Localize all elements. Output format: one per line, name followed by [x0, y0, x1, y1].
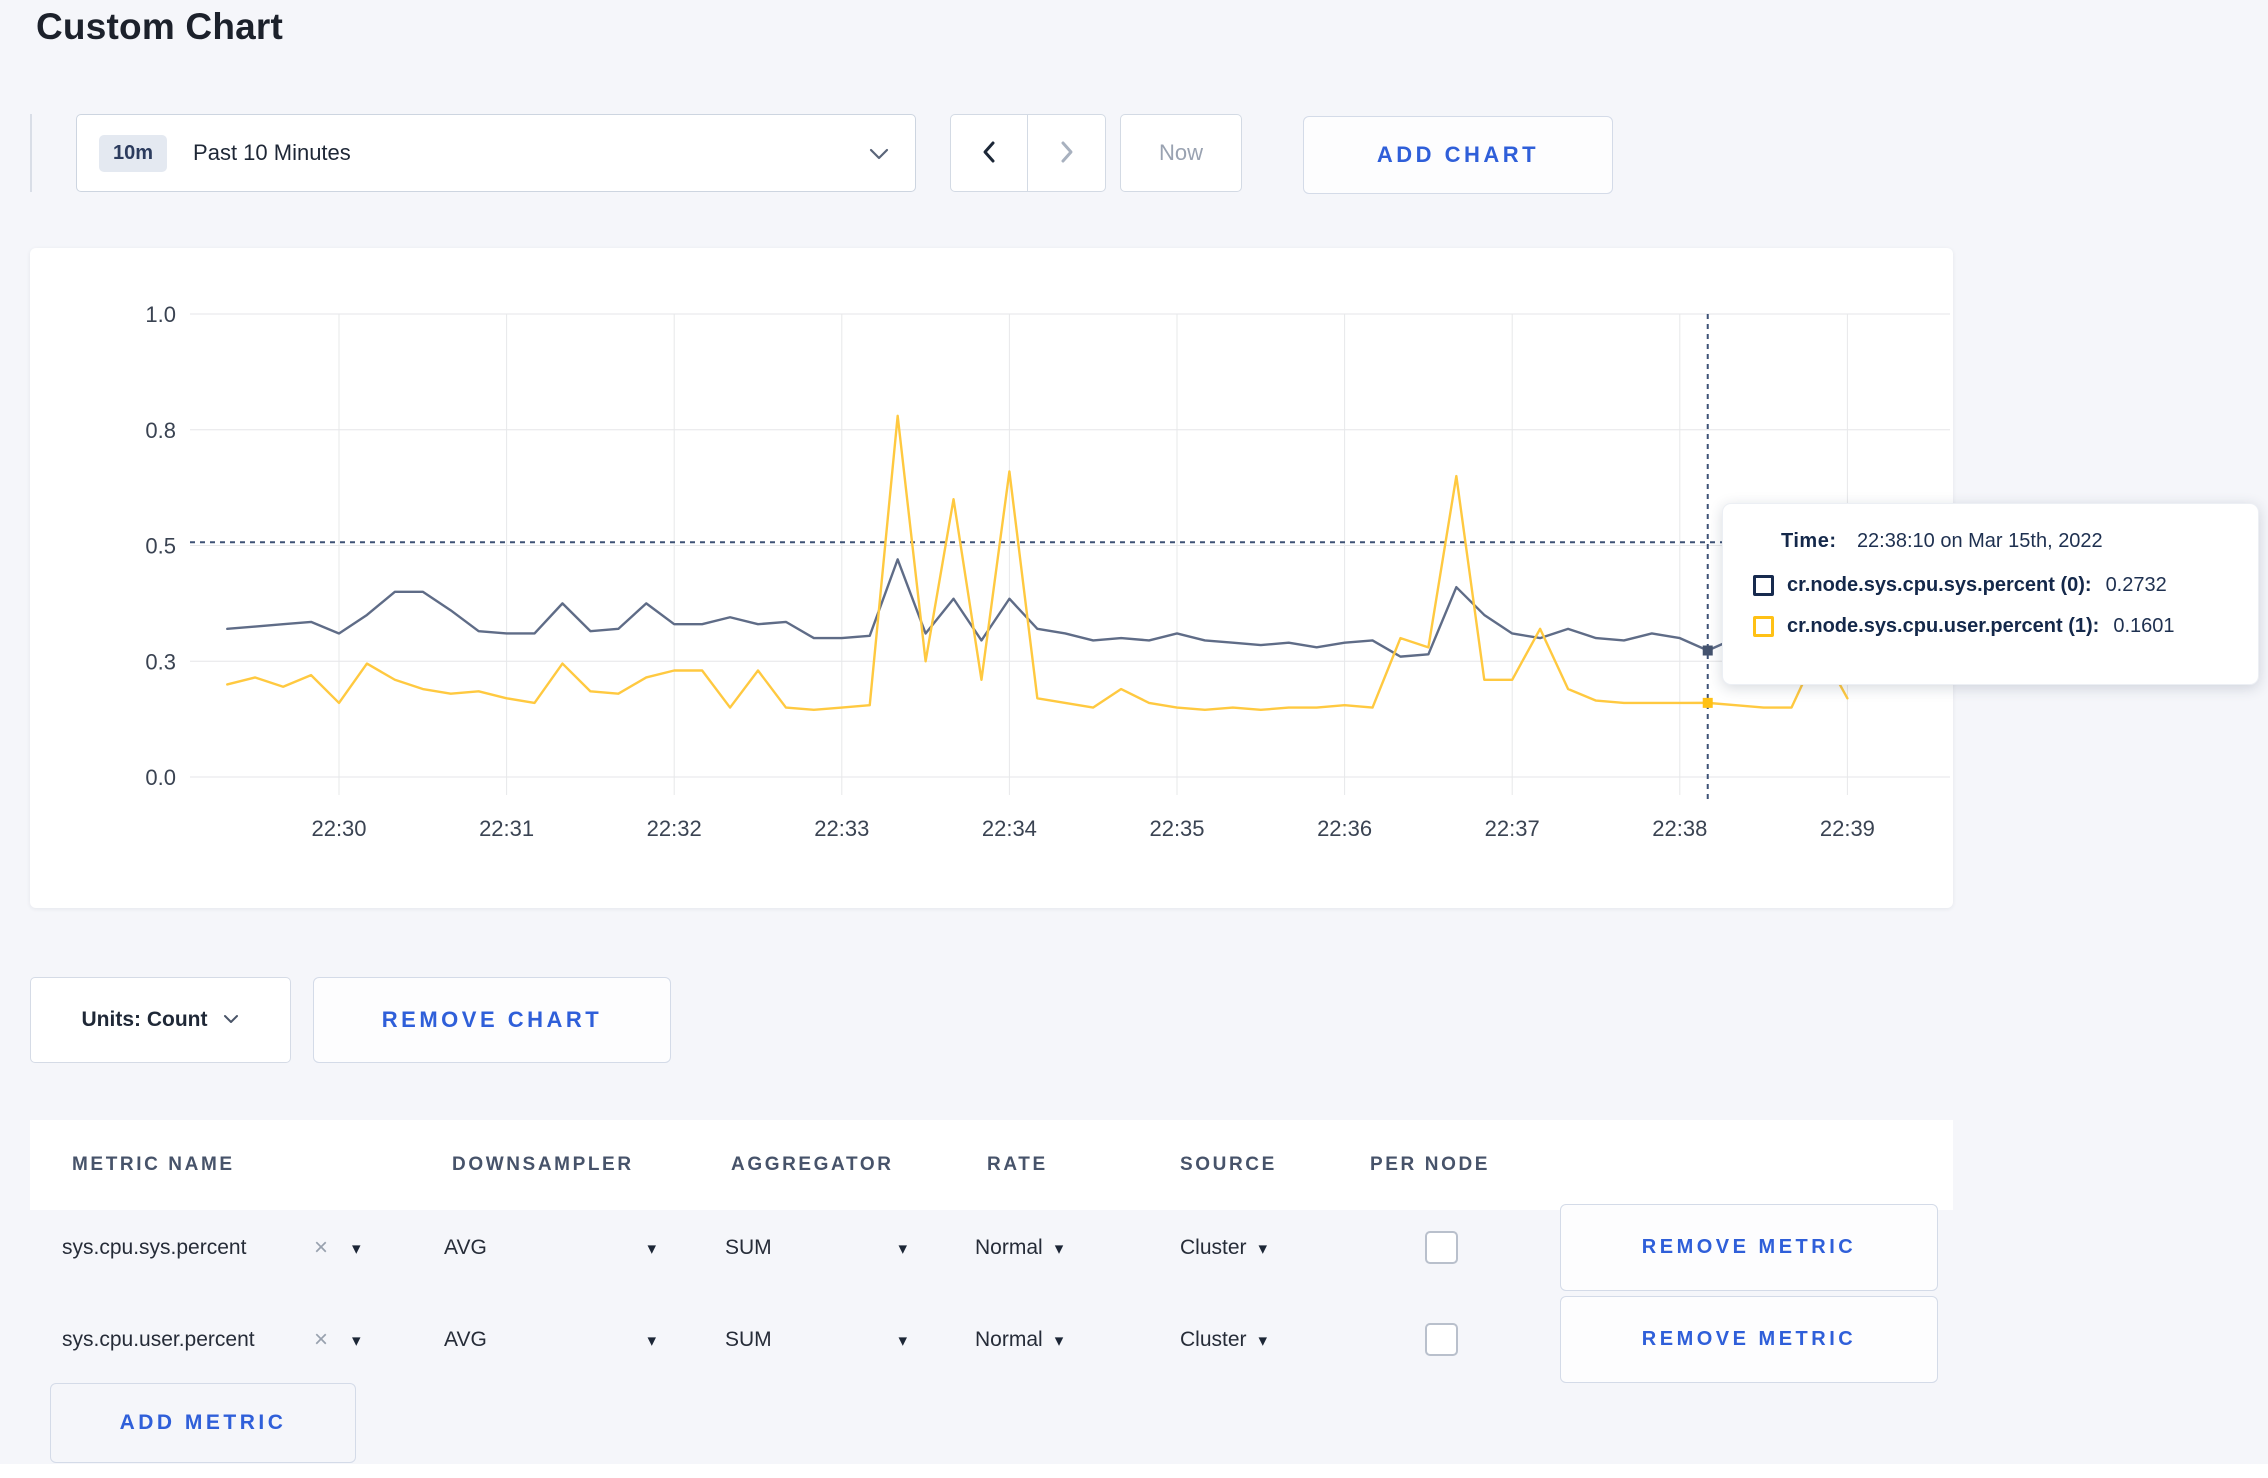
- column-header-rate: RATE: [987, 1154, 1048, 1175]
- tooltip-series-row: cr.node.sys.cpu.sys.percent (0): 0.2732: [1753, 574, 2258, 597]
- caret-down-icon: ▾: [898, 1330, 907, 1350]
- column-header-aggregator: AGGREGATOR: [731, 1154, 894, 1175]
- downsampler-select[interactable]: AVG ▾: [444, 1296, 656, 1384]
- rate-select[interactable]: Normal ▾: [975, 1204, 1063, 1292]
- caret-down-icon: ▾: [1258, 1330, 1268, 1350]
- tooltip-time-value: 22:38:10 on Mar 15th, 2022: [1856, 530, 2103, 552]
- downsampler-value: AVG: [444, 1328, 487, 1351]
- svg-text:22:36: 22:36: [1317, 816, 1372, 841]
- tooltip-series-label: cr.node.sys.cpu.user.percent (1):: [1787, 615, 2100, 637]
- metric-name-select[interactable]: sys.cpu.sys.percent: [62, 1204, 402, 1292]
- svg-text:0.8: 0.8: [145, 418, 176, 443]
- caret-down-icon: ▾: [352, 1330, 361, 1350]
- svg-text:1.0: 1.0: [145, 302, 176, 327]
- per-node-checkbox[interactable]: [1425, 1231, 1458, 1264]
- source-value: Cluster: [1180, 1328, 1247, 1351]
- chart-tooltip: Time: 22:38:10 on Mar 15th, 2022 cr.node…: [1722, 503, 2259, 685]
- svg-text:22:30: 22:30: [311, 816, 366, 841]
- metric-name-select[interactable]: sys.cpu.user.percent: [62, 1296, 402, 1384]
- tooltip-series-value: 0.1601: [2113, 615, 2175, 637]
- page-bottom-strip: [0, 1464, 2268, 1478]
- caret-down-icon: ▾: [898, 1238, 907, 1258]
- svg-text:22:35: 22:35: [1149, 816, 1204, 841]
- column-header-per-node: PER NODE: [1370, 1154, 1491, 1175]
- rate-select[interactable]: Normal ▾: [975, 1296, 1063, 1384]
- rate-value: Normal: [975, 1328, 1043, 1351]
- clear-metric-icon[interactable]: ×: [314, 1204, 328, 1292]
- chart-card: 0.0 0.3 0.5 0.8 1.0 22:30 22:31 22:32 22:33 22:34…: [30, 248, 1953, 908]
- units-select[interactable]: Units: Count: [30, 977, 291, 1063]
- units-select-label: Units: Count: [81, 1008, 208, 1031]
- time-nav-group: [950, 114, 1106, 192]
- chevron-left-icon: [978, 139, 1000, 168]
- chevron-right-icon: [1056, 139, 1078, 168]
- remove-chart-button[interactable]: REMOVE CHART: [313, 977, 671, 1063]
- table-row: sys.cpu.user.percent × ▾ AVG ▾ SUM ▾ Norma…: [30, 1296, 1953, 1384]
- time-range-label: Past 10 Minutes: [193, 140, 351, 165]
- svg-text:22:34: 22:34: [982, 816, 1037, 841]
- aggregator-value: SUM: [725, 1236, 772, 1259]
- metric-name-label: sys.cpu.user.percent: [62, 1328, 255, 1351]
- series-swatch-user-icon: [1753, 616, 1774, 637]
- time-window-badge: 10m: [99, 134, 168, 172]
- tooltip-time-label: Time:: [1781, 530, 1837, 552]
- remove-metric-button[interactable]: REMOVE METRIC: [1560, 1204, 1938, 1291]
- svg-text:22:38: 22:38: [1652, 816, 1707, 841]
- svg-text:22:37: 22:37: [1485, 816, 1540, 841]
- tooltip-time-row: Time: 22:38:10 on Mar 15th, 2022: [1781, 530, 2258, 553]
- table-row: sys.cpu.sys.percent × ▾ AVG ▾ SUM ▾ Normal…: [30, 1204, 1953, 1292]
- column-header-downsampler: DOWNSAMPLER: [452, 1154, 634, 1175]
- caret-down-icon: ▾: [647, 1330, 656, 1350]
- per-node-checkbox[interactable]: [1425, 1323, 1458, 1356]
- tooltip-series-value: 0.2732: [2105, 574, 2167, 596]
- tooltip-series-row: cr.node.sys.cpu.user.percent (1): 0.1601: [1753, 615, 2258, 638]
- chevron-down-icon: [223, 1011, 239, 1029]
- toolbar-divider: [30, 114, 32, 192]
- svg-text:22:39: 22:39: [1820, 816, 1875, 841]
- source-value: Cluster: [1180, 1236, 1247, 1259]
- metrics-table-header: METRIC NAME DOWNSAMPLER AGGREGATOR RATE …: [30, 1120, 1953, 1210]
- series-swatch-sys-icon: [1753, 575, 1774, 596]
- svg-text:0.3: 0.3: [145, 649, 176, 674]
- tooltip-series-label: cr.node.sys.cpu.sys.percent (0):: [1787, 574, 2092, 596]
- svg-text:0.0: 0.0: [145, 765, 176, 790]
- clear-metric-icon[interactable]: ×: [314, 1296, 328, 1384]
- time-range-select[interactable]: 10m Past 10 Minutes: [76, 114, 916, 192]
- prev-time-button[interactable]: [950, 114, 1028, 192]
- next-time-button[interactable]: [1028, 114, 1106, 192]
- downsampler-value: AVG: [444, 1236, 487, 1259]
- svg-text:0.5: 0.5: [145, 534, 176, 559]
- remove-metric-button[interactable]: REMOVE METRIC: [1560, 1296, 1938, 1383]
- custom-chart-page: Custom Chart 10m Past 10 Minutes Now ADD…: [0, 0, 2268, 1478]
- source-select[interactable]: Cluster ▾: [1180, 1204, 1267, 1292]
- aggregator-value: SUM: [725, 1328, 772, 1351]
- caret-down-icon: ▾: [1054, 1330, 1064, 1350]
- svg-text:22:31: 22:31: [479, 816, 534, 841]
- column-header-metric-name: METRIC NAME: [72, 1154, 235, 1175]
- downsampler-select[interactable]: AVG ▾: [444, 1204, 656, 1292]
- chevron-down-icon: [869, 147, 889, 165]
- metric-name-label: sys.cpu.sys.percent: [62, 1236, 247, 1259]
- aggregator-select[interactable]: SUM ▾: [725, 1204, 907, 1292]
- chart-svg[interactable]: 0.0 0.3 0.5 0.8 1.0 22:30 22:31 22:32 22:33 22:34…: [30, 248, 1953, 908]
- now-button[interactable]: Now: [1120, 114, 1242, 192]
- caret-down-icon: ▾: [1054, 1238, 1064, 1258]
- caret-down-icon: ▾: [352, 1238, 361, 1258]
- source-select[interactable]: Cluster ▾: [1180, 1296, 1267, 1384]
- caret-down-icon: ▾: [647, 1238, 656, 1258]
- rate-value: Normal: [975, 1236, 1043, 1259]
- add-chart-button[interactable]: ADD CHART: [1303, 116, 1613, 194]
- caret-down-icon: ▾: [1258, 1238, 1268, 1258]
- svg-text:22:33: 22:33: [814, 816, 869, 841]
- column-header-source: SOURCE: [1180, 1154, 1277, 1175]
- svg-text:22:32: 22:32: [647, 816, 702, 841]
- add-metric-button[interactable]: ADD METRIC: [50, 1383, 356, 1463]
- aggregator-select[interactable]: SUM ▾: [725, 1296, 907, 1384]
- page-title: Custom Chart: [36, 6, 284, 47]
